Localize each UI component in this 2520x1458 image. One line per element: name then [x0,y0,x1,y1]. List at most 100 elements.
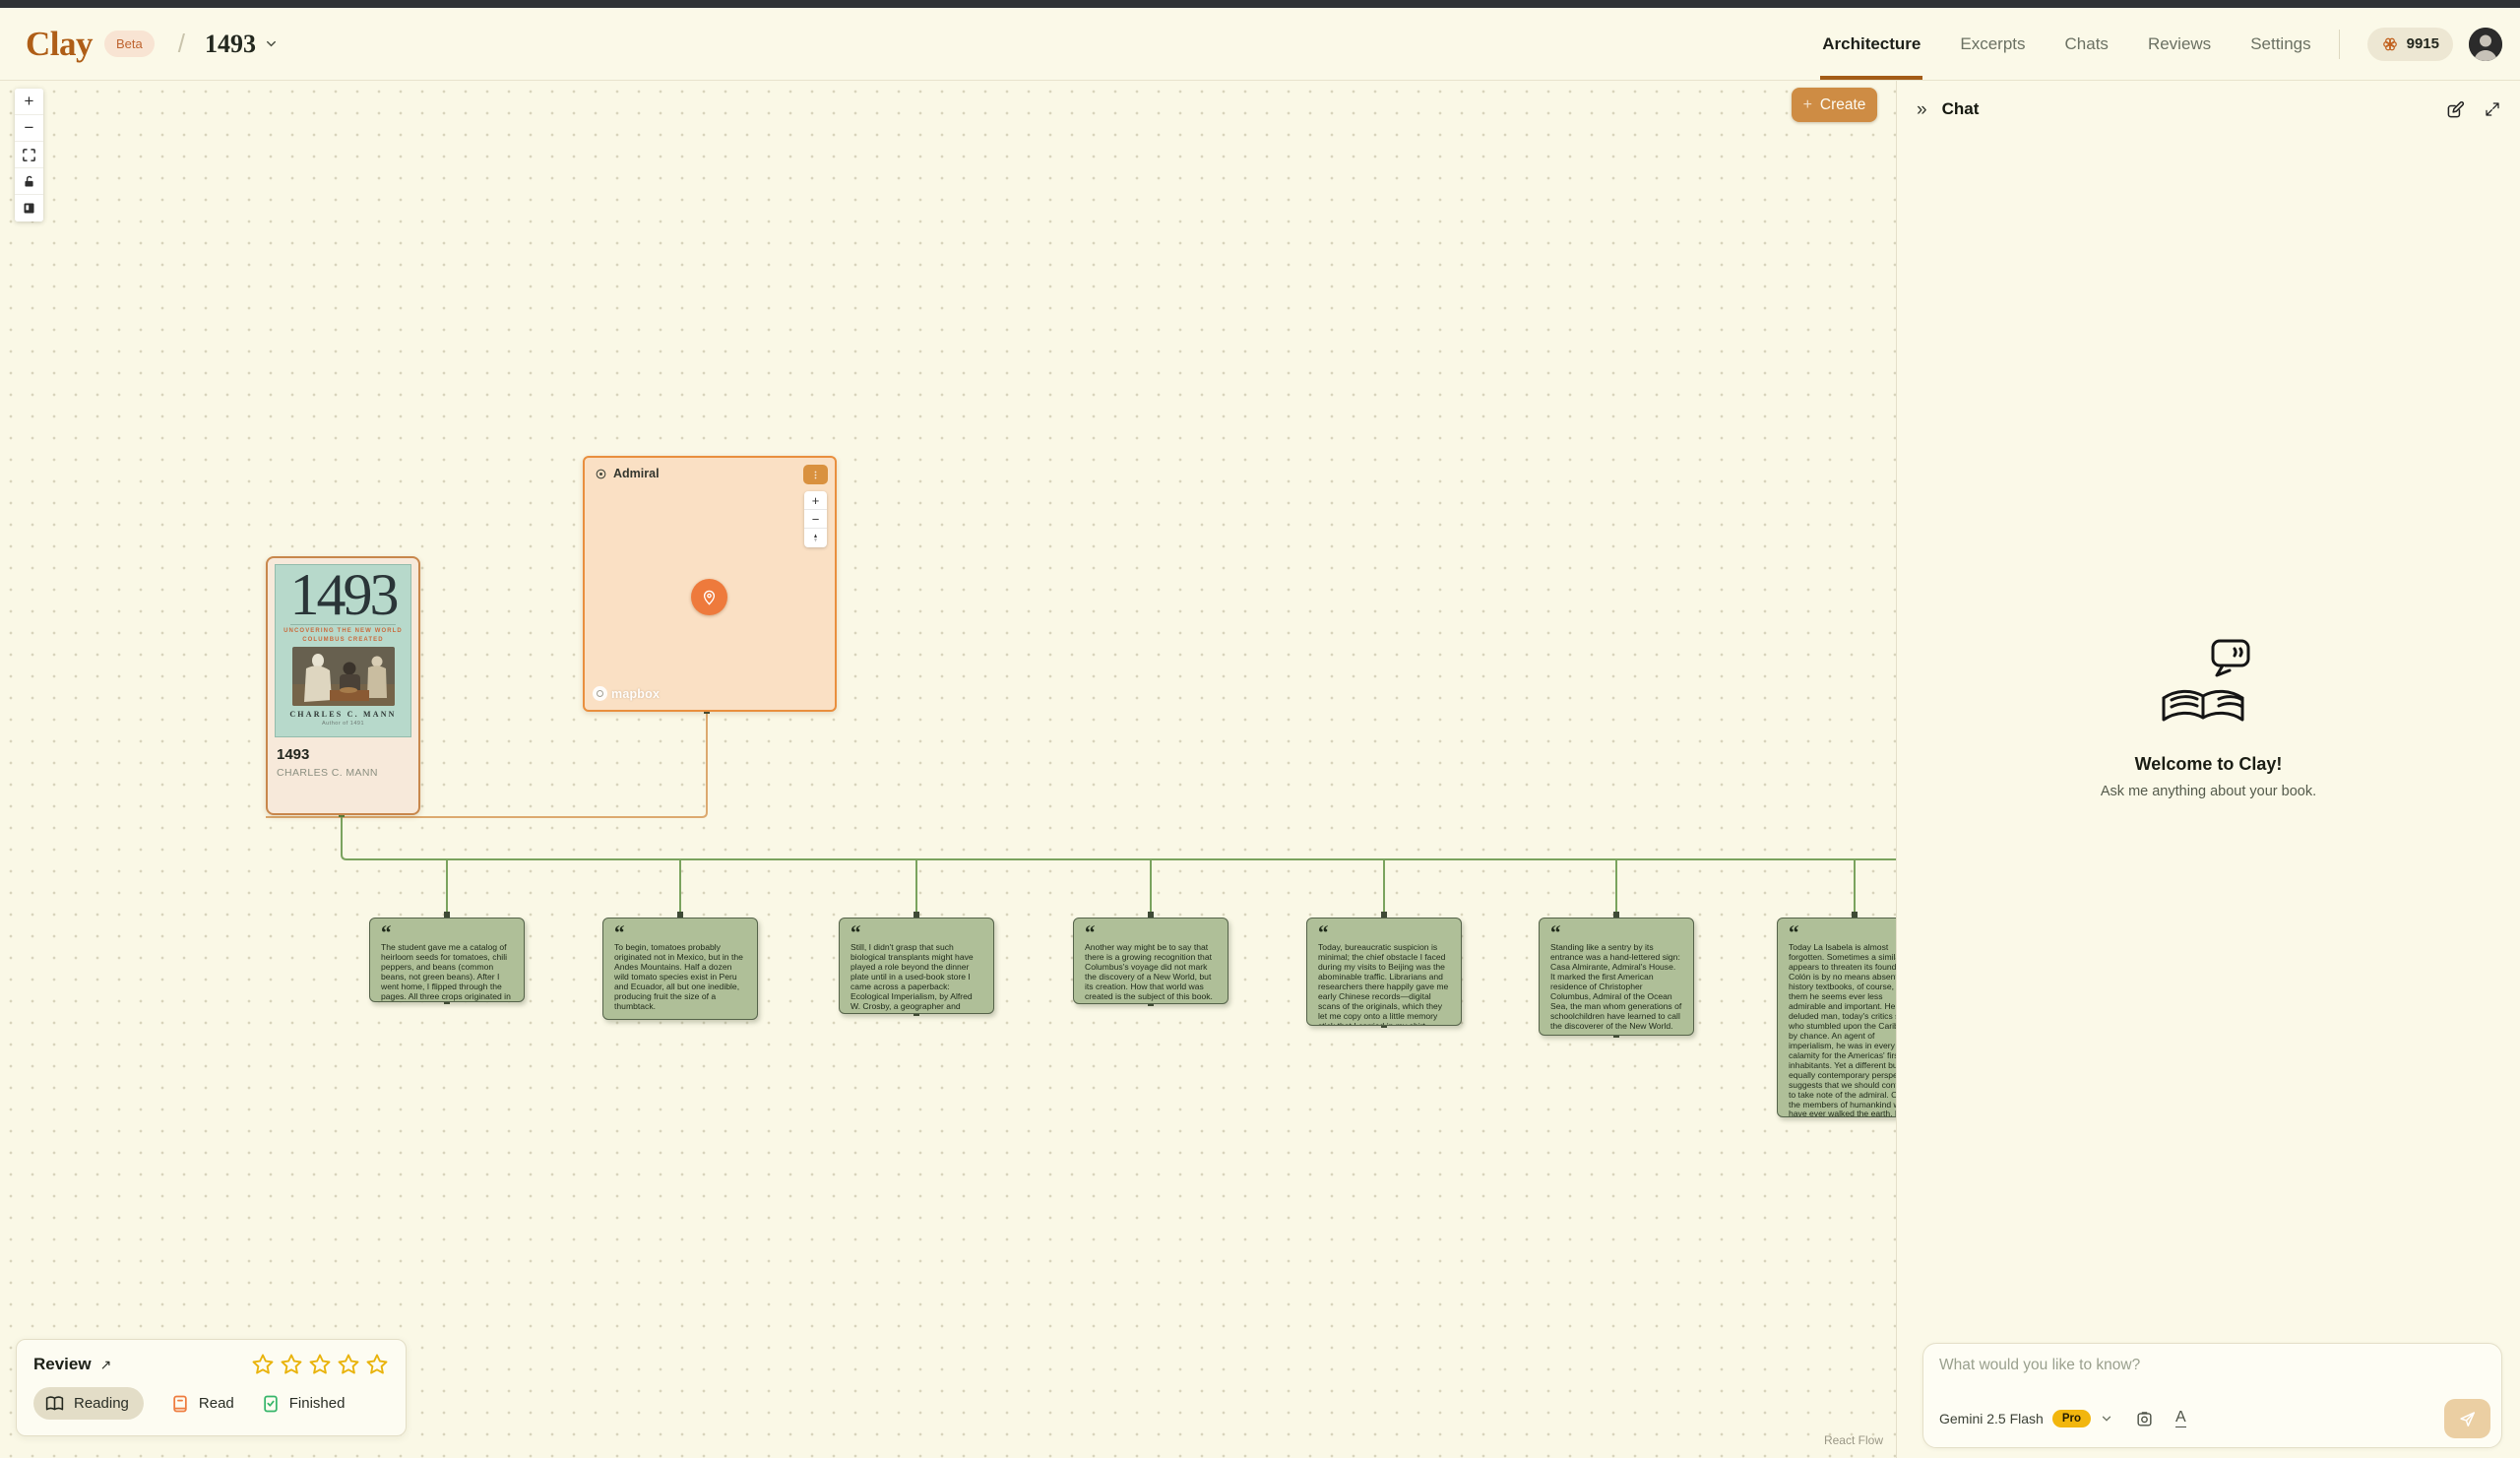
app-header: Clay Beta / 1493 Architecture Excerpts C… [0,8,2520,81]
status-finished[interactable]: Finished [261,1394,346,1414]
read-book-icon [170,1394,190,1414]
main-nav: Architecture Excerpts Chats Reviews Sett… [1822,8,2310,80]
mapbox-icon [593,686,607,701]
cover-tagline-1: UNCOVERING THE NEW WORLD [284,628,403,634]
image-attach-icon[interactable] [2135,1410,2154,1428]
quote-icon: “ [381,926,513,939]
cover-author-sub: Author of 1491 [322,721,364,727]
quote-card-5[interactable]: “ Today, bureaucratic suspicion is minim… [1306,918,1462,1026]
chat-input-card: Gemini 2.5 Flash Pro A [1922,1343,2502,1448]
react-flow-attribution[interactable]: React Flow [1824,1433,1883,1447]
star-3[interactable] [308,1353,332,1376]
expand-panel-icon[interactable] [2485,101,2500,117]
quote-card-3[interactable]: “ Still, I didn't grasp that such biolog… [839,918,994,1014]
chevron-down-icon[interactable] [264,36,279,51]
quote-card-2[interactable]: “ To begin, tomatoes probably originated… [602,918,758,1020]
quote-text: Today La Isabela is almost forgotten. So… [1789,943,1896,1117]
nav-divider [2339,30,2340,59]
credits-badge[interactable]: 9915 [2367,28,2453,61]
quote-icon: “ [850,926,982,939]
quote-icon: “ [1318,926,1450,939]
window-top-strip [0,0,2520,8]
map-zoom-in-button[interactable]: + [804,491,827,510]
welcome-subtitle: Ask me anything about your book. [1897,784,2520,799]
star-rating [251,1353,389,1376]
quote-icon: “ [1789,926,1896,939]
finished-book-icon [261,1394,281,1414]
map-node-title: Admiral [613,467,660,480]
flow-canvas[interactable]: + − + Create Admiral + − [0,81,1896,1458]
plus-icon: + [1803,96,1812,114]
quote-text: Today, bureaucratic suspicion is minimal… [1318,943,1450,1026]
quote-card-1[interactable]: “ The student gave me a catalog of heirl… [369,918,525,1002]
map-location-marker[interactable] [691,579,727,615]
quote-text: Still, I didn't grasp that such biologic… [850,943,982,1014]
book-author: CHARLES C. MANN [277,767,410,779]
send-button[interactable] [2444,1399,2490,1438]
map-zoom-controls: + − [804,491,827,547]
book-chat-illustration [2150,637,2268,740]
map-node-admiral[interactable]: Admiral + − mapbox [583,456,837,712]
create-button-label: Create [1820,96,1866,114]
star-5[interactable] [365,1353,389,1376]
avatar[interactable] [2469,28,2502,61]
cover-author: CHARLES C. MANN [289,710,396,719]
status-reading[interactable]: Reading [33,1387,144,1420]
canvas-controls: + − [15,89,43,222]
open-book-icon [44,1393,65,1414]
chat-panel-title: Chat [1942,99,1980,119]
map-compass-button[interactable] [804,529,827,547]
breadcrumb-separator: / [178,29,185,59]
quote-text: Standing like a sentry by its entrance w… [1550,943,1682,1032]
review-title: Review [33,1355,92,1374]
chat-welcome: Welcome to Clay! Ask me anything about y… [1897,637,2520,799]
zoom-out-button[interactable]: − [15,115,43,142]
create-button[interactable]: + Create [1792,88,1877,122]
external-link-icon[interactable]: ↗ [100,1357,112,1373]
book-cover-number: 1493 [290,567,397,623]
lock-button[interactable] [15,168,43,195]
chat-panel-header: » Chat [1897,81,2520,138]
quote-icon: “ [614,926,746,939]
board-button[interactable] [15,195,43,222]
tab-architecture[interactable]: Architecture [1822,8,1921,80]
star-1[interactable] [251,1353,275,1376]
chat-panel: » Chat Welcome to Clay! [1896,81,2520,1458]
pro-badge: Pro [2052,1410,2091,1427]
map-zoom-out-button[interactable]: − [804,510,827,529]
quote-text: To begin, tomatoes probably originated n… [614,943,746,1012]
star-2[interactable] [280,1353,303,1376]
quote-card-4[interactable]: “ Another way might be to say that there… [1073,918,1228,1004]
status-finished-label: Finished [289,1395,346,1412]
tab-chats[interactable]: Chats [2065,8,2109,80]
mapbox-label: mapbox [611,687,660,701]
new-chat-icon[interactable] [2446,100,2465,119]
status-reading-label: Reading [74,1395,129,1412]
quote-card-6[interactable]: “ Standing like a sentry by its entrance… [1539,918,1694,1036]
tab-reviews[interactable]: Reviews [2148,8,2211,80]
quote-icon: “ [1550,926,1682,939]
mapbox-attribution[interactable]: mapbox [593,686,660,701]
model-selector[interactable]: Gemini 2.5 Flash [1939,1411,2044,1426]
tab-excerpts[interactable]: Excerpts [1960,8,2025,80]
book-node-1493[interactable]: 1493 UNCOVERING THE NEW WORLD COLUMBUS C… [266,556,420,815]
book-cover-painting [292,647,395,706]
breadcrumb[interactable]: 1493 [205,30,256,59]
fit-view-button[interactable] [15,142,43,168]
zoom-in-button[interactable]: + [15,89,43,115]
star-4[interactable] [337,1353,360,1376]
collapse-panel-icon[interactable]: » [1917,100,1927,119]
quote-card-7[interactable]: “ Today La Isabela is almost forgotten. … [1777,918,1896,1117]
map-node-action-button[interactable] [803,465,828,484]
status-read[interactable]: Read [170,1394,234,1414]
welcome-title: Welcome to Clay! [1897,754,2520,775]
beta-badge: Beta [104,31,155,57]
cover-tagline-2: COLUMBUS CREATED [302,637,384,643]
clay-logo[interactable]: Clay [26,25,93,64]
font-style-icon[interactable]: A [2175,1410,2186,1427]
review-card: Review ↗ Reading Read [16,1339,407,1436]
model-chevron-icon[interactable] [2100,1412,2113,1426]
tab-settings[interactable]: Settings [2250,8,2310,80]
chat-input[interactable] [1939,1357,2486,1398]
flower-icon [2381,35,2399,53]
